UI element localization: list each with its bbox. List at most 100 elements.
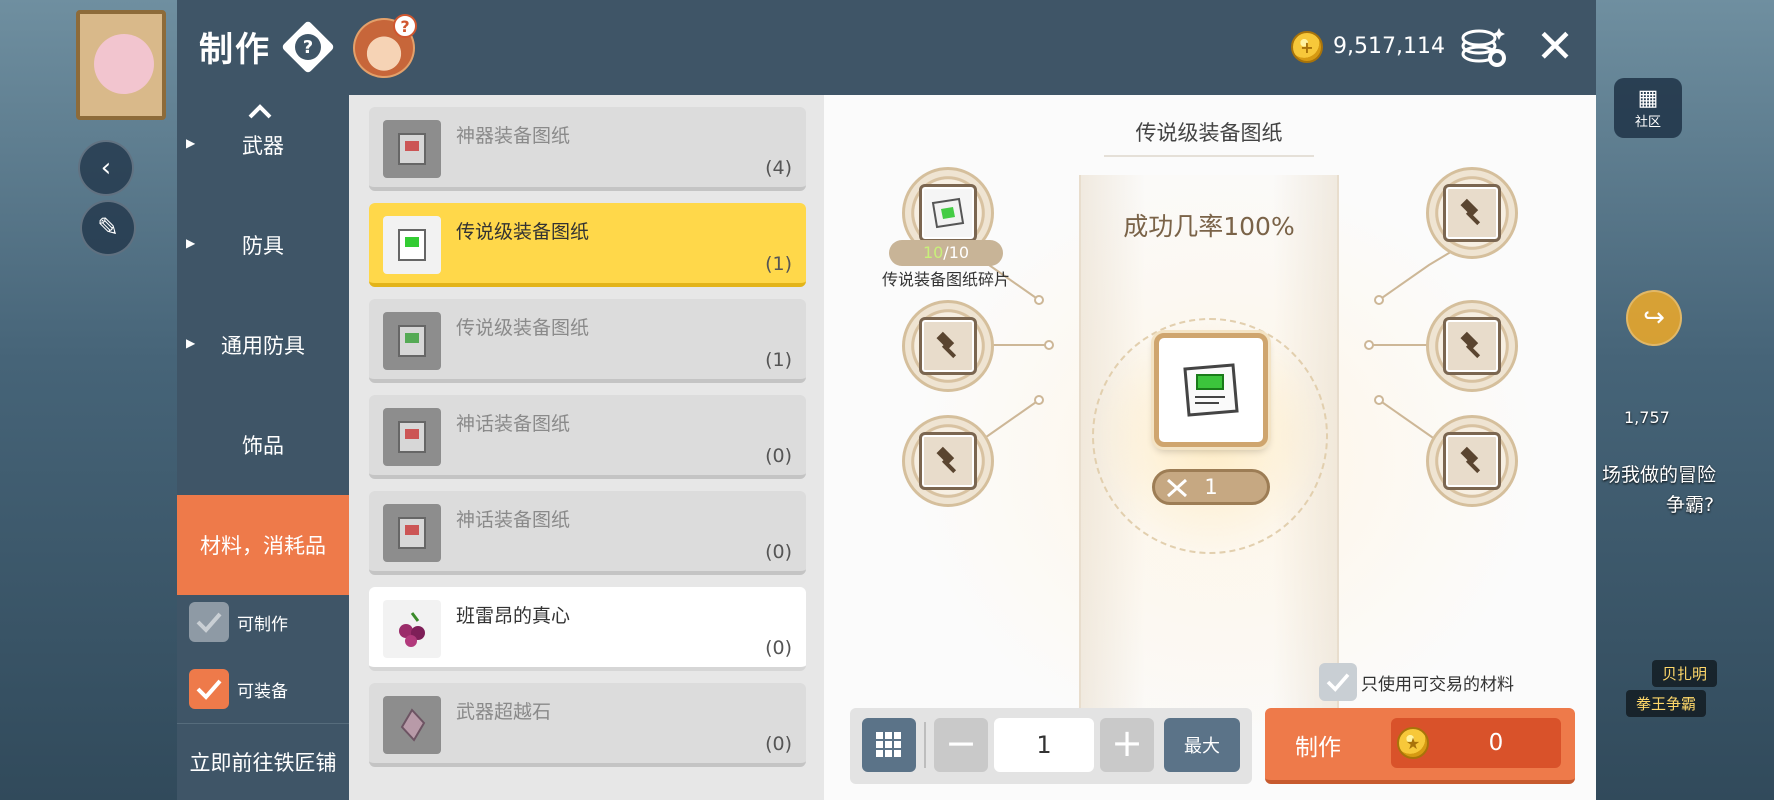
wall-portrait xyxy=(76,10,166,120)
check-icon xyxy=(196,612,222,633)
npc-name: 贝扎明 xyxy=(1652,660,1718,687)
filter-label: 可制作 xyxy=(237,614,288,635)
go-to-blacksmith-button[interactable]: 立即前往铁匠铺 xyxy=(177,723,349,800)
max-button[interactable]: 最大 xyxy=(1164,718,1240,772)
material-slot-empty[interactable] xyxy=(1426,167,1518,259)
hammer-icon xyxy=(919,432,977,490)
filter-label: 可装备 xyxy=(237,681,288,702)
category-label: 材料，消耗品 xyxy=(200,534,326,558)
panel-header: 制作 ? ? + 9,517,114 ✕ xyxy=(177,0,1596,95)
triangle-right-icon: ▶ xyxy=(186,236,196,250)
chat-line-2: 争霸? xyxy=(1666,494,1715,516)
craft-button[interactable]: 制作 ★ 0 xyxy=(1265,708,1575,784)
make-count-badge: 1 xyxy=(1152,469,1270,505)
question-diamond-icon[interactable]: ? xyxy=(281,20,335,74)
category-common-armor[interactable]: ▶ 通用防具 xyxy=(177,295,349,395)
recipe-item[interactable]: 传说级装备图纸 (1) xyxy=(369,299,806,383)
back-arrow-icon[interactable]: ‹ xyxy=(78,140,134,196)
hammer-icon xyxy=(1443,432,1501,490)
game-background-right: ▦ 社区 ↪ 1,757 场我做的冒险 争霸? 贝扎明 拳王争霸 xyxy=(1596,0,1774,800)
recipe-name: 传说级装备图纸 xyxy=(456,221,590,243)
category-materials[interactable]: 材料，消耗品 xyxy=(177,495,349,595)
character-avatar[interactable]: ? xyxy=(353,14,417,78)
material-name: 传说装备图纸碎片 xyxy=(881,270,1010,289)
quantity-stepper: − 1 + 最大 xyxy=(850,708,1252,784)
recipe-name: 神器装备图纸 xyxy=(456,125,571,147)
category-accessory[interactable]: 饰品 xyxy=(177,395,349,495)
recipe-name: 传说级装备图纸 xyxy=(456,317,590,339)
recipe-list: 神器装备图纸 (4) 传说级装备图纸 (1) 传说级装备图纸 (1) 神话装备图… xyxy=(349,95,824,800)
meso-balance: 9,517,114 xyxy=(1333,34,1445,59)
hammer-icon xyxy=(1443,184,1501,242)
recipe-name: 武器超越石 xyxy=(456,701,552,723)
category-label: 饰品 xyxy=(242,434,284,458)
material-slot-empty[interactable] xyxy=(1426,300,1518,392)
divider xyxy=(924,722,926,768)
triangle-right-icon: ▶ xyxy=(186,336,196,350)
detail-title: 传说级装备图纸 xyxy=(1104,117,1314,157)
game-background-left: ‹ ✎ xyxy=(0,0,177,800)
blueprint-fragment-icon xyxy=(919,184,977,242)
recipe-name: 神话装备图纸 xyxy=(456,413,571,435)
heart-berry-icon xyxy=(383,600,441,658)
blueprint-red-icon xyxy=(383,408,441,466)
recipe-count: (0) xyxy=(765,541,792,563)
result-item-blueprint-icon[interactable] xyxy=(1154,333,1268,447)
question-badge-icon: ? xyxy=(393,14,417,38)
craft-cost-value: 0 xyxy=(1488,730,1504,756)
hammer-icon xyxy=(1443,317,1501,375)
close-icon[interactable]: ✕ xyxy=(1533,23,1577,70)
community-button[interactable]: ▦ 社区 xyxy=(1614,78,1682,138)
material-quantity: 10/10 xyxy=(889,240,1003,266)
chat-line-1: 场我做的冒险 xyxy=(1602,464,1717,486)
grid-icon: ▦ xyxy=(1637,86,1659,111)
crystal-stone-icon xyxy=(383,696,441,754)
increase-button[interactable]: + xyxy=(1100,718,1154,772)
meso-coin-icon: ★ xyxy=(1397,727,1429,759)
recipe-count: (4) xyxy=(765,157,792,179)
trade-only-toggle[interactable]: 只使用可交易的材料 xyxy=(1319,663,1514,701)
blueprint-green-icon xyxy=(383,216,441,274)
material-slot-empty[interactable] xyxy=(902,415,994,507)
recipe-count: (0) xyxy=(765,637,792,659)
recipe-item[interactable]: 武器超越石 (0) xyxy=(369,683,806,767)
blueprint-green-icon xyxy=(383,312,441,370)
checkbox-craftable[interactable] xyxy=(189,602,229,642)
recipe-count: (0) xyxy=(765,445,792,467)
category-weapon[interactable]: ▶ 武器 xyxy=(177,95,349,195)
check-icon xyxy=(196,679,222,700)
filter-craftable[interactable]: 可制作 xyxy=(189,600,349,644)
recipe-item[interactable]: 神话装备图纸 (0) xyxy=(369,395,806,479)
filter-equippable[interactable]: 可装备 xyxy=(189,667,349,711)
community-label: 社区 xyxy=(1634,115,1661,130)
blueprint-red-icon xyxy=(383,504,441,562)
numpad-grid-icon[interactable] xyxy=(862,718,916,772)
share-icon[interactable]: ↪ xyxy=(1626,290,1682,346)
npc-title: 拳王争霸 xyxy=(1626,690,1707,717)
check-icon xyxy=(1326,673,1350,692)
hammer-pick-icon xyxy=(1167,478,1187,498)
meso-exchange-icon[interactable] xyxy=(1459,24,1509,70)
recipe-count: (1) xyxy=(765,253,792,275)
quantity-input[interactable]: 1 xyxy=(994,718,1094,772)
category-label: 通用防具 xyxy=(221,334,305,358)
decrease-button[interactable]: − xyxy=(934,718,988,772)
checkbox-equippable[interactable] xyxy=(189,669,229,709)
material-slot-empty[interactable] xyxy=(902,300,994,392)
blueprint-red-icon xyxy=(383,120,441,178)
scroll-icon[interactable]: ✎ xyxy=(80,200,136,256)
checkbox-trade-only[interactable] xyxy=(1319,663,1357,701)
recipe-item-selected[interactable]: 传说级装备图纸 (1) xyxy=(369,203,806,287)
recipe-name: 班雷昂的真心 xyxy=(456,605,571,627)
success-rate: 成功几率100% xyxy=(1123,212,1295,241)
category-armor[interactable]: ▶ 防具 xyxy=(177,195,349,295)
panel-title: 制作 xyxy=(199,30,271,70)
triangle-right-icon: ▶ xyxy=(186,136,196,150)
crafting-panel: 制作 ? ? + 9,517,114 ✕ ▶ 武器 ▶ 防具 ▶ 通用防具 饰品… xyxy=(177,0,1596,800)
recipe-item[interactable]: 神器装备图纸 (4) xyxy=(369,107,806,191)
material-slot-empty[interactable] xyxy=(1426,415,1518,507)
recipe-item[interactable]: 神话装备图纸 (0) xyxy=(369,491,806,575)
trade-only-label: 只使用可交易的材料 xyxy=(1361,674,1514,695)
recipe-item[interactable]: 班雷昂的真心 (0) xyxy=(369,587,806,671)
hammer-icon xyxy=(919,317,977,375)
